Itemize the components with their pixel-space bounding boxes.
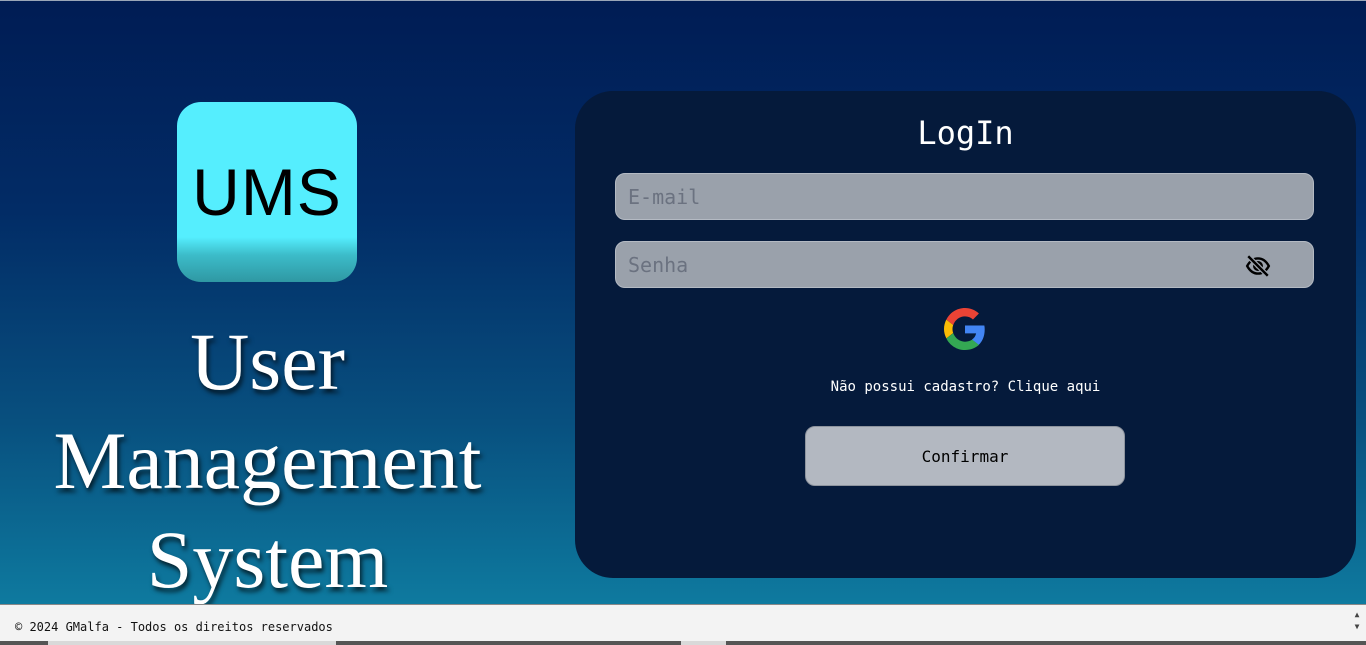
password-input[interactable] bbox=[616, 242, 1313, 287]
top-border bbox=[0, 0, 1366, 1]
google-icon[interactable] bbox=[944, 308, 986, 350]
brand-title: User Management System bbox=[0, 312, 535, 609]
confirm-button[interactable]: Confirmar bbox=[805, 426, 1125, 486]
eye-off-icon[interactable] bbox=[1245, 253, 1271, 279]
logo-text: UMS bbox=[192, 155, 342, 229]
signup-link[interactable]: Não possui cadastro? Clique aqui bbox=[575, 379, 1356, 395]
login-card: LogIn Não possui cadastro? Clique aqui C… bbox=[575, 91, 1356, 578]
login-title: LogIn bbox=[917, 114, 1014, 152]
ums-logo: UMS bbox=[177, 102, 357, 282]
horizontal-scrollbar[interactable] bbox=[0, 641, 1366, 645]
email-field-wrapper bbox=[615, 173, 1314, 220]
footer-scrollbar[interactable]: ▲ ▼ bbox=[1352, 609, 1362, 633]
footer: © 2024 GMalfa - Todos os direitos reserv… bbox=[0, 604, 1366, 645]
brand-title-line: System bbox=[146, 514, 389, 605]
brand-title-line: User bbox=[190, 316, 345, 407]
brand-title-line: Management bbox=[53, 415, 482, 506]
footer-copyright: © 2024 GMalfa - Todos os direitos reserv… bbox=[15, 620, 333, 634]
password-field-wrapper bbox=[615, 241, 1314, 288]
email-input[interactable] bbox=[616, 174, 1313, 219]
